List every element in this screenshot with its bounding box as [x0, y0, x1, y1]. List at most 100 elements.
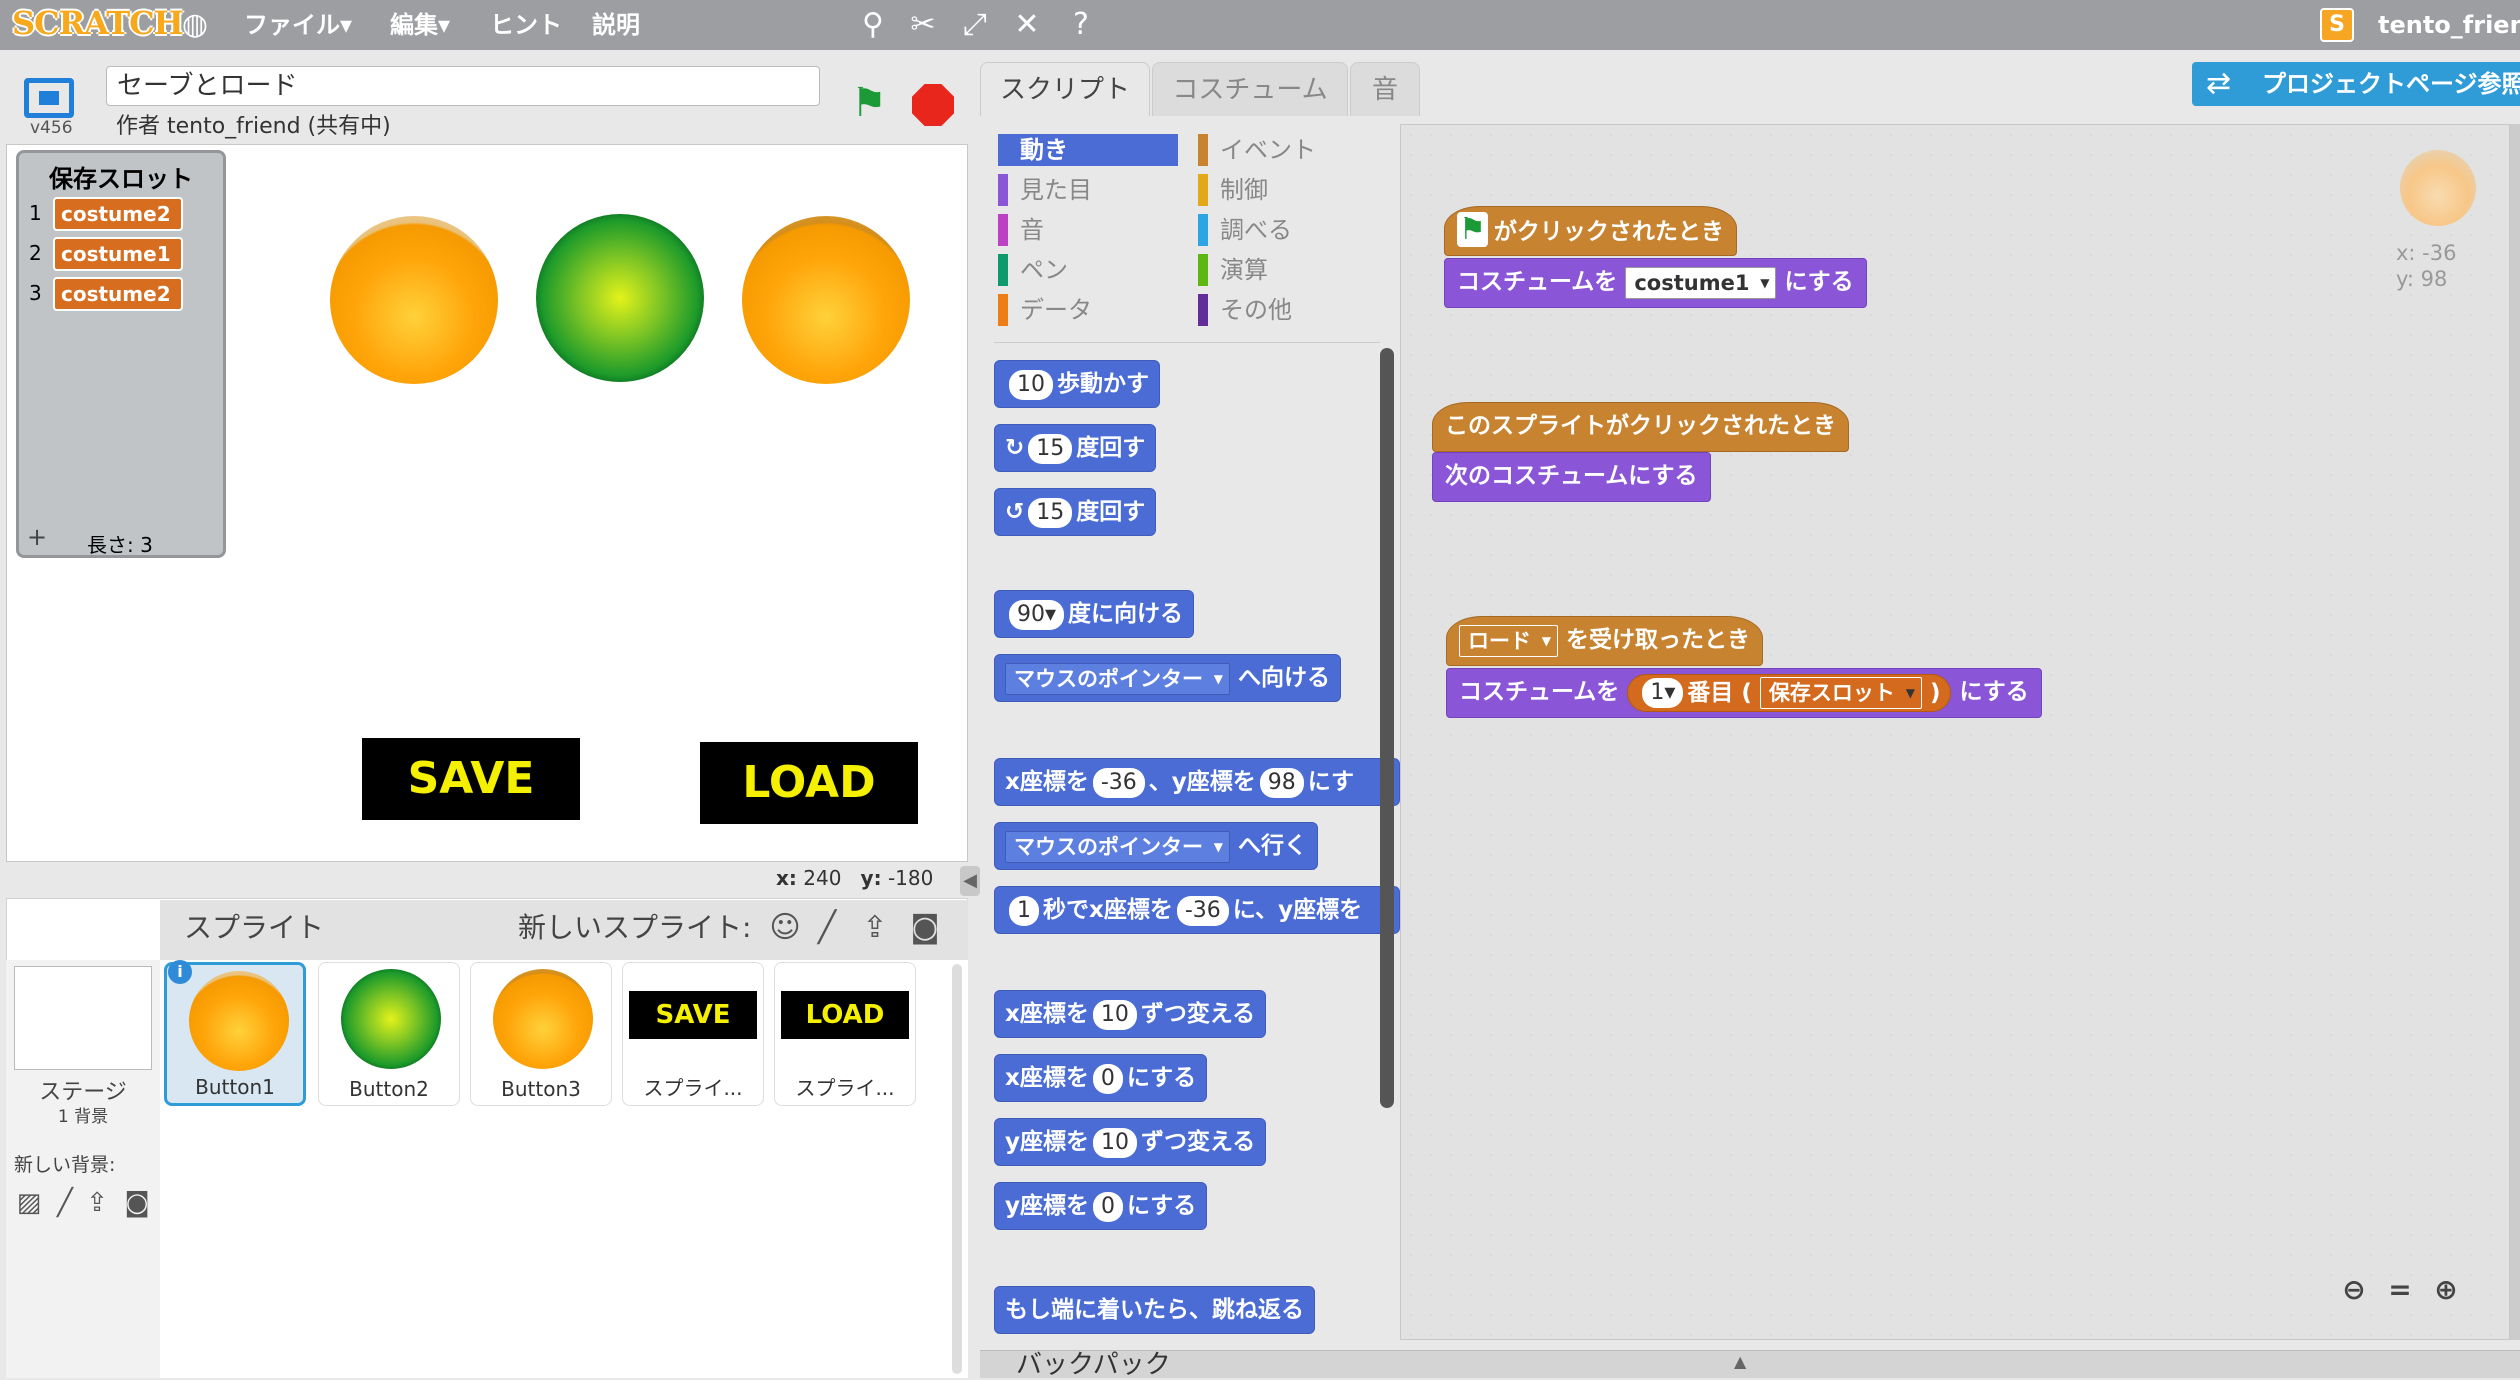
green-flag-icon[interactable]: ⚑: [846, 80, 892, 126]
user-avatar-icon[interactable]: S: [2320, 8, 2354, 42]
category-pen[interactable]: ペン: [998, 254, 1178, 286]
list-dropdown[interactable]: 保存スロット: [1759, 677, 1922, 709]
block-goto-xy[interactable]: x座標を -36 、y座標を 98 にす: [994, 758, 1400, 806]
scratch-logo[interactable]: SCRATCH: [12, 4, 184, 46]
camera-icon[interactable]: ◙: [906, 908, 944, 948]
costume-dropdown[interactable]: costume1: [1625, 266, 1777, 299]
category-data[interactable]: データ: [998, 294, 1178, 326]
message-dropdown[interactable]: ロード: [1459, 624, 1558, 657]
palette-scrollbar[interactable]: [1380, 348, 1394, 1108]
block-set-x[interactable]: x座標を 0 にする: [994, 1054, 1208, 1102]
block-change-x[interactable]: x座標を 10 ずつ変える: [994, 990, 1267, 1038]
paint-brush-icon[interactable]: ╱: [808, 908, 846, 948]
category-events[interactable]: イベント: [1198, 134, 1378, 166]
tab-sounds[interactable]: 音: [1350, 62, 1420, 116]
list-add-icon[interactable]: +: [27, 523, 47, 551]
sprite-tile-load[interactable]: LOAD スプライ...: [774, 962, 916, 1106]
save-sprite[interactable]: SAVE: [362, 738, 580, 820]
hat-when-sprite-clicked[interactable]: このスプライトがクリックされたとき: [1432, 402, 1849, 452]
backdrop-camera-icon[interactable]: ◙: [120, 1186, 154, 1220]
stage-thumbnail[interactable]: [14, 966, 152, 1070]
zoom-out-icon[interactable]: ⊖: [2334, 1270, 2374, 1310]
username[interactable]: tento_friend: [2378, 8, 2520, 42]
button1-sprite[interactable]: [330, 216, 498, 384]
grow-icon[interactable]: ⤢: [956, 6, 994, 44]
block-change-y[interactable]: y座標を 10 ずつ変える: [994, 1118, 1267, 1166]
fullscreen-icon[interactable]: [24, 78, 74, 118]
menu-about[interactable]: 説明: [592, 8, 640, 42]
block-bounce[interactable]: もし端に着いたら、跳ね返る: [994, 1286, 1315, 1334]
project-title-input[interactable]: セーブとロード: [106, 66, 820, 106]
block-point-direction[interactable]: 90▾ 度に向ける: [994, 590, 1195, 638]
block-next-costume[interactable]: 次のコスチュームにする: [1432, 452, 1711, 502]
backdrop-library-icon[interactable]: ▨: [12, 1186, 46, 1220]
target-dropdown[interactable]: マウスのポインター: [1005, 830, 1230, 863]
upload-icon[interactable]: ⇪: [856, 908, 894, 948]
number-input[interactable]: 10: [1093, 1127, 1137, 1158]
tab-scripts[interactable]: スクリプト: [980, 62, 1150, 116]
block-set-y[interactable]: y座標を 0 にする: [994, 1182, 1208, 1230]
hat-when-receive[interactable]: ロード を受け取ったとき: [1446, 616, 1764, 666]
button3-sprite[interactable]: [742, 216, 910, 384]
category-operators[interactable]: 演算: [1198, 254, 1378, 286]
zoom-reset-icon[interactable]: =: [2380, 1270, 2420, 1310]
y-input[interactable]: 98: [1259, 767, 1304, 798]
menu-file[interactable]: ファイル▾: [244, 8, 352, 42]
block-switch-costume[interactable]: コスチュームを costume1 にする: [1444, 258, 1867, 308]
category-sound[interactable]: 音: [998, 214, 1178, 246]
hat-when-flag-clicked[interactable]: ⚑ がクリックされたとき: [1444, 206, 1737, 256]
index-input[interactable]: 1▾: [1642, 678, 1684, 708]
block-switch-costume-from-list[interactable]: コスチュームを 1▾番目 ( 保存スロット ) にする: [1446, 668, 2042, 718]
block-glide[interactable]: 1 秒でx座標を -36 に、y座標を: [994, 886, 1400, 934]
button2-sprite[interactable]: [536, 214, 704, 382]
category-looks[interactable]: 見た目: [998, 174, 1178, 206]
sprite-tile-button3[interactable]: Button3: [470, 962, 612, 1106]
help-icon[interactable]: ?: [1062, 6, 1100, 44]
globe-icon[interactable]: ◍: [176, 6, 214, 44]
load-sprite[interactable]: LOAD: [700, 742, 918, 824]
sprite-tile-button1[interactable]: Button1: [164, 962, 306, 1106]
block-turn-left[interactable]: ↺ 15 度回す: [994, 488, 1157, 536]
number-input[interactable]: 15: [1028, 497, 1073, 528]
sprite-library-icon[interactable]: ☺: [766, 908, 804, 948]
delete-scissors-icon[interactable]: ✂: [904, 6, 942, 44]
x-input[interactable]: -36: [1092, 767, 1145, 798]
backpack-bar[interactable]: [980, 1350, 2520, 1378]
backdrop-paint-icon[interactable]: ╱: [48, 1186, 82, 1220]
list-value[interactable]: costume1: [53, 237, 183, 271]
menu-tips[interactable]: ヒント: [490, 8, 562, 42]
block-goto[interactable]: マウスのポインター へ行く: [994, 822, 1319, 870]
number-input[interactable]: 15: [1028, 433, 1073, 464]
sprite-tile-save[interactable]: SAVE スプライ...: [622, 962, 764, 1106]
list-item-reporter[interactable]: 1▾番目 ( 保存スロット ): [1627, 673, 1952, 712]
chevron-up-icon[interactable]: ▲: [1734, 1352, 1746, 1371]
duplicate-stamp-icon[interactable]: ⚲: [854, 6, 892, 44]
number-input[interactable]: 0: [1093, 1191, 1123, 1222]
sprite-scrollbar[interactable]: [952, 964, 962, 1374]
category-more[interactable]: その他: [1198, 294, 1378, 326]
category-sensing[interactable]: 調べる: [1198, 214, 1378, 246]
seconds-input[interactable]: 1: [1009, 895, 1039, 926]
sprite-tile-button2[interactable]: Button2: [318, 962, 460, 1106]
backdrop-upload-icon[interactable]: ⇪: [80, 1186, 114, 1220]
shrink-icon[interactable]: ✕: [1008, 6, 1046, 44]
list-value[interactable]: costume2: [53, 277, 183, 311]
number-input[interactable]: 10: [1092, 999, 1137, 1030]
number-input[interactable]: 10: [1009, 369, 1053, 400]
list-value[interactable]: costume2: [53, 197, 183, 231]
block-turn-right[interactable]: ↻ 15 度回す: [994, 424, 1157, 472]
target-dropdown[interactable]: マウスのポインター: [1005, 662, 1230, 695]
block-point-towards[interactable]: マウスのポインター へ向ける: [994, 654, 1342, 702]
x-input[interactable]: -36: [1176, 895, 1229, 926]
zoom-in-icon[interactable]: ⊕: [2426, 1270, 2466, 1310]
number-input[interactable]: 0: [1092, 1063, 1123, 1094]
direction-input[interactable]: 90▾: [1009, 599, 1065, 630]
block-move-steps[interactable]: 10 歩動かす: [994, 360, 1160, 408]
info-icon[interactable]: i: [168, 960, 192, 984]
category-motion[interactable]: 動き: [998, 134, 1178, 166]
tab-costumes[interactable]: コスチューム: [1152, 62, 1348, 116]
collapse-stage-icon[interactable]: ◀: [960, 866, 980, 896]
menu-edit[interactable]: 編集▾: [390, 8, 450, 42]
category-control[interactable]: 制御: [1198, 174, 1378, 206]
list-monitor[interactable]: 保存スロット 1 costume2 2 costume1 3 costume2 …: [16, 150, 226, 558]
